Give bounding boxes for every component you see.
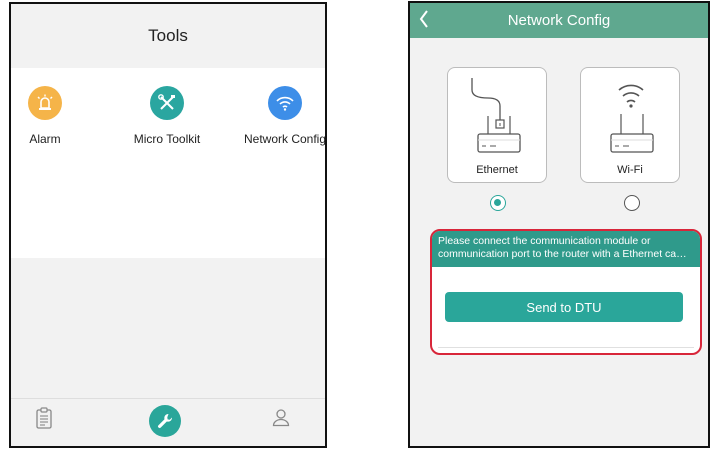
ethernet-label: Ethernet [476,164,518,176]
tool-label: Network Config [243,132,327,146]
chevron-left-icon [419,10,428,28]
nav-tools[interactable] [149,405,181,437]
wifi-option-card[interactable]: Wi-Fi [580,67,680,183]
highlighted-panel: Please connect the communication module … [430,229,702,355]
hint-line-2: communication port to the router with a … [438,248,687,260]
network-config-screen: Network Config Ethernet Wi-Fi Please con… [408,1,710,448]
user-icon [272,409,290,427]
divider [438,347,694,348]
wifi-label: Wi-Fi [617,164,643,176]
wrench-screwdriver-icon [150,86,184,120]
tool-label: Alarm [29,132,61,146]
ethernet-option-card[interactable]: Ethernet [447,67,547,183]
wrench-icon [158,413,173,428]
tools-grid: Alarm Micro Toolkit Network Config [11,68,325,258]
page-title: Tools [148,26,188,45]
send-to-dtu-button[interactable]: Send to DTU [445,292,683,322]
clipboard-icon [36,407,52,429]
nav-profile[interactable] [271,407,291,432]
tools-screen: Tools Alarm Micro Toolkit Network Config [9,2,327,448]
bottom-nav [11,398,325,446]
hint-line-1: Please connect the communication module … [438,235,651,247]
tool-label: Micro Toolkit [133,132,201,146]
header-bar: Network Config [410,3,708,38]
back-button[interactable] [418,8,430,35]
wifi-icon [268,86,302,120]
tool-alarm[interactable]: Alarm [17,86,73,146]
tools-header: Tools [11,4,325,68]
ethernet-radio[interactable] [490,195,506,211]
connection-hint: Please connect the communication module … [432,231,700,267]
alarm-icon [28,86,62,120]
nav-reports[interactable] [35,407,53,434]
wifi-router-icon [610,84,654,153]
ethernet-router-icon [471,78,521,153]
tool-network-config[interactable]: Network Config [241,86,327,146]
wifi-radio[interactable] [624,195,640,211]
page-title: Network Config [507,12,611,29]
tool-micro-toolkit[interactable]: Micro Toolkit [122,86,212,146]
